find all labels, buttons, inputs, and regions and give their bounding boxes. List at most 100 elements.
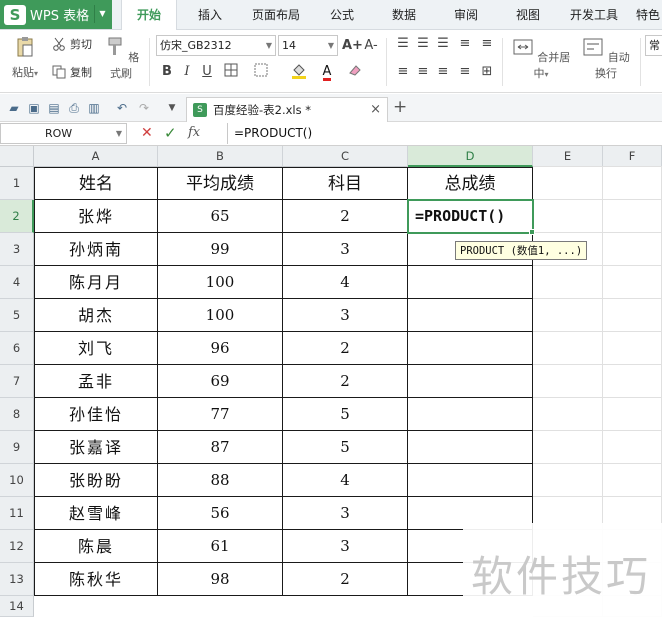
cut-button[interactable]: 剪切 (52, 34, 92, 54)
font-size-select[interactable]: 14 ▼ (278, 35, 338, 56)
row-header[interactable]: 4 (0, 266, 34, 299)
row-header[interactable]: 13 (0, 563, 34, 596)
cell[interactable]: 65 (158, 200, 283, 233)
close-icon[interactable]: × (370, 102, 381, 117)
cell[interactable]: 姓名 (34, 167, 158, 200)
cell[interactable]: 100 (158, 299, 283, 332)
tab-special[interactable]: 特色 (634, 0, 662, 30)
wps-app-menu-button[interactable]: S WPS 表格 ▼ (0, 0, 112, 29)
style-select[interactable]: 常 (645, 35, 662, 56)
justify-icon[interactable]: ≡ (456, 63, 474, 81)
print-icon[interactable]: ⎙ (66, 100, 82, 116)
cell[interactable]: 陈晨 (34, 530, 158, 563)
row-header[interactable]: 2 (0, 200, 34, 233)
column-header[interactable]: A (34, 146, 158, 167)
open-folder-icon[interactable]: ▰ (6, 100, 22, 116)
tab-formulas[interactable]: 公式 (316, 0, 368, 30)
confirm-formula-button[interactable]: ✓ (164, 124, 177, 142)
row-header[interactable]: 12 (0, 530, 34, 563)
chevron-down-icon[interactable]: ▼ (94, 5, 110, 23)
distributed-icon[interactable]: ⊞ (478, 63, 496, 81)
align-top-icon[interactable]: ☰ (394, 35, 412, 53)
new-tab-button[interactable]: + (393, 97, 407, 117)
paste-button[interactable]: 粘贴▾ (8, 36, 42, 80)
bold-button[interactable]: B (158, 63, 176, 81)
cell[interactable]: 77 (158, 398, 283, 431)
cell[interactable] (408, 299, 533, 332)
row-header[interactable]: 1 (0, 167, 34, 200)
copy-button[interactable]: 复制 (52, 62, 92, 82)
outdent-icon[interactable]: ≡ (478, 35, 496, 53)
cell[interactable]: 3 (283, 233, 408, 266)
row-header[interactable]: 8 (0, 398, 34, 431)
cell[interactable]: 100 (158, 266, 283, 299)
row-header[interactable]: 14 (0, 596, 34, 617)
column-header[interactable]: E (533, 146, 603, 167)
cell[interactable] (408, 464, 533, 497)
cell[interactable]: 3 (283, 530, 408, 563)
clear-format-button[interactable] (346, 63, 364, 81)
font-name-select[interactable]: 仿宋_GB2312 ▼ (156, 35, 276, 56)
align-right-icon[interactable]: ≡ (434, 63, 452, 81)
tab-insert[interactable]: 插入 (184, 0, 236, 30)
cell[interactable] (408, 398, 533, 431)
tab-home[interactable]: 开始 (121, 0, 177, 31)
cell[interactable]: 87 (158, 431, 283, 464)
font-color-button[interactable]: A (318, 63, 336, 81)
underline-button[interactable]: U (198, 63, 216, 81)
cell[interactable]: 张烨 (34, 200, 158, 233)
cell[interactable]: 69 (158, 365, 283, 398)
row-header[interactable]: 7 (0, 365, 34, 398)
row-header[interactable]: 3 (0, 233, 34, 266)
column-header[interactable]: D (408, 146, 533, 167)
row-header[interactable]: 5 (0, 299, 34, 332)
tab-data[interactable]: 数据 (378, 0, 430, 30)
cell-style-button[interactable] (252, 63, 270, 81)
align-bottom-icon[interactable]: ☰ (434, 35, 452, 53)
cell[interactable]: 科目 (283, 167, 408, 200)
row-header[interactable]: 10 (0, 464, 34, 497)
print-preview-icon[interactable]: ▥ (86, 100, 102, 116)
column-header[interactable]: F (603, 146, 662, 167)
document-tab[interactable]: S 百度经验-表2.xls * × (186, 97, 388, 122)
cell[interactable]: 96 (158, 332, 283, 365)
cell[interactable] (408, 431, 533, 464)
row-header[interactable]: 9 (0, 431, 34, 464)
active-cell[interactable]: =PRODUCT() (407, 199, 534, 234)
cancel-formula-button[interactable]: ✕ (141, 125, 153, 141)
decrease-font-size-button[interactable]: A- (362, 37, 380, 55)
merge-center-button[interactable]: 合并居中▾ (510, 36, 572, 81)
cell[interactable] (408, 365, 533, 398)
borders-button[interactable] (222, 63, 240, 81)
cell[interactable]: 平均成绩 (158, 167, 283, 200)
column-header[interactable]: B (158, 146, 283, 167)
tab-view[interactable]: 视图 (502, 0, 554, 30)
column-header[interactable]: C (283, 146, 408, 167)
cell[interactable]: 孟非 (34, 365, 158, 398)
align-left-icon[interactable]: ≡ (394, 63, 412, 81)
cell[interactable]: 88 (158, 464, 283, 497)
cell[interactable]: 陈秋华 (34, 563, 158, 596)
cell[interactable]: 3 (283, 497, 408, 530)
insert-function-button[interactable]: fx (188, 125, 200, 140)
cell[interactable]: 99 (158, 233, 283, 266)
cell[interactable]: 61 (158, 530, 283, 563)
row-header[interactable]: 6 (0, 332, 34, 365)
cell[interactable]: 4 (283, 464, 408, 497)
formula-input[interactable]: =PRODUCT() (227, 123, 662, 144)
fill-color-button[interactable] (290, 63, 308, 81)
cell[interactable]: 2 (283, 332, 408, 365)
format-painter-button[interactable]: 格式刷 (102, 36, 140, 81)
align-middle-icon[interactable]: ☰ (414, 35, 432, 53)
cell[interactable] (408, 266, 533, 299)
cell[interactable]: 赵雪峰 (34, 497, 158, 530)
undo-icon[interactable]: ↶ (114, 100, 130, 116)
wrap-text-button[interactable]: 自动换行 (578, 36, 634, 81)
cell[interactable]: 张嘉译 (34, 431, 158, 464)
tab-page-layout[interactable]: 页面布局 (244, 0, 308, 30)
select-all-corner[interactable] (0, 146, 34, 167)
cell[interactable]: 刘飞 (34, 332, 158, 365)
row-header[interactable]: 11 (0, 497, 34, 530)
increase-font-size-button[interactable]: A+ (342, 37, 363, 55)
cell[interactable]: 孙佳怡 (34, 398, 158, 431)
